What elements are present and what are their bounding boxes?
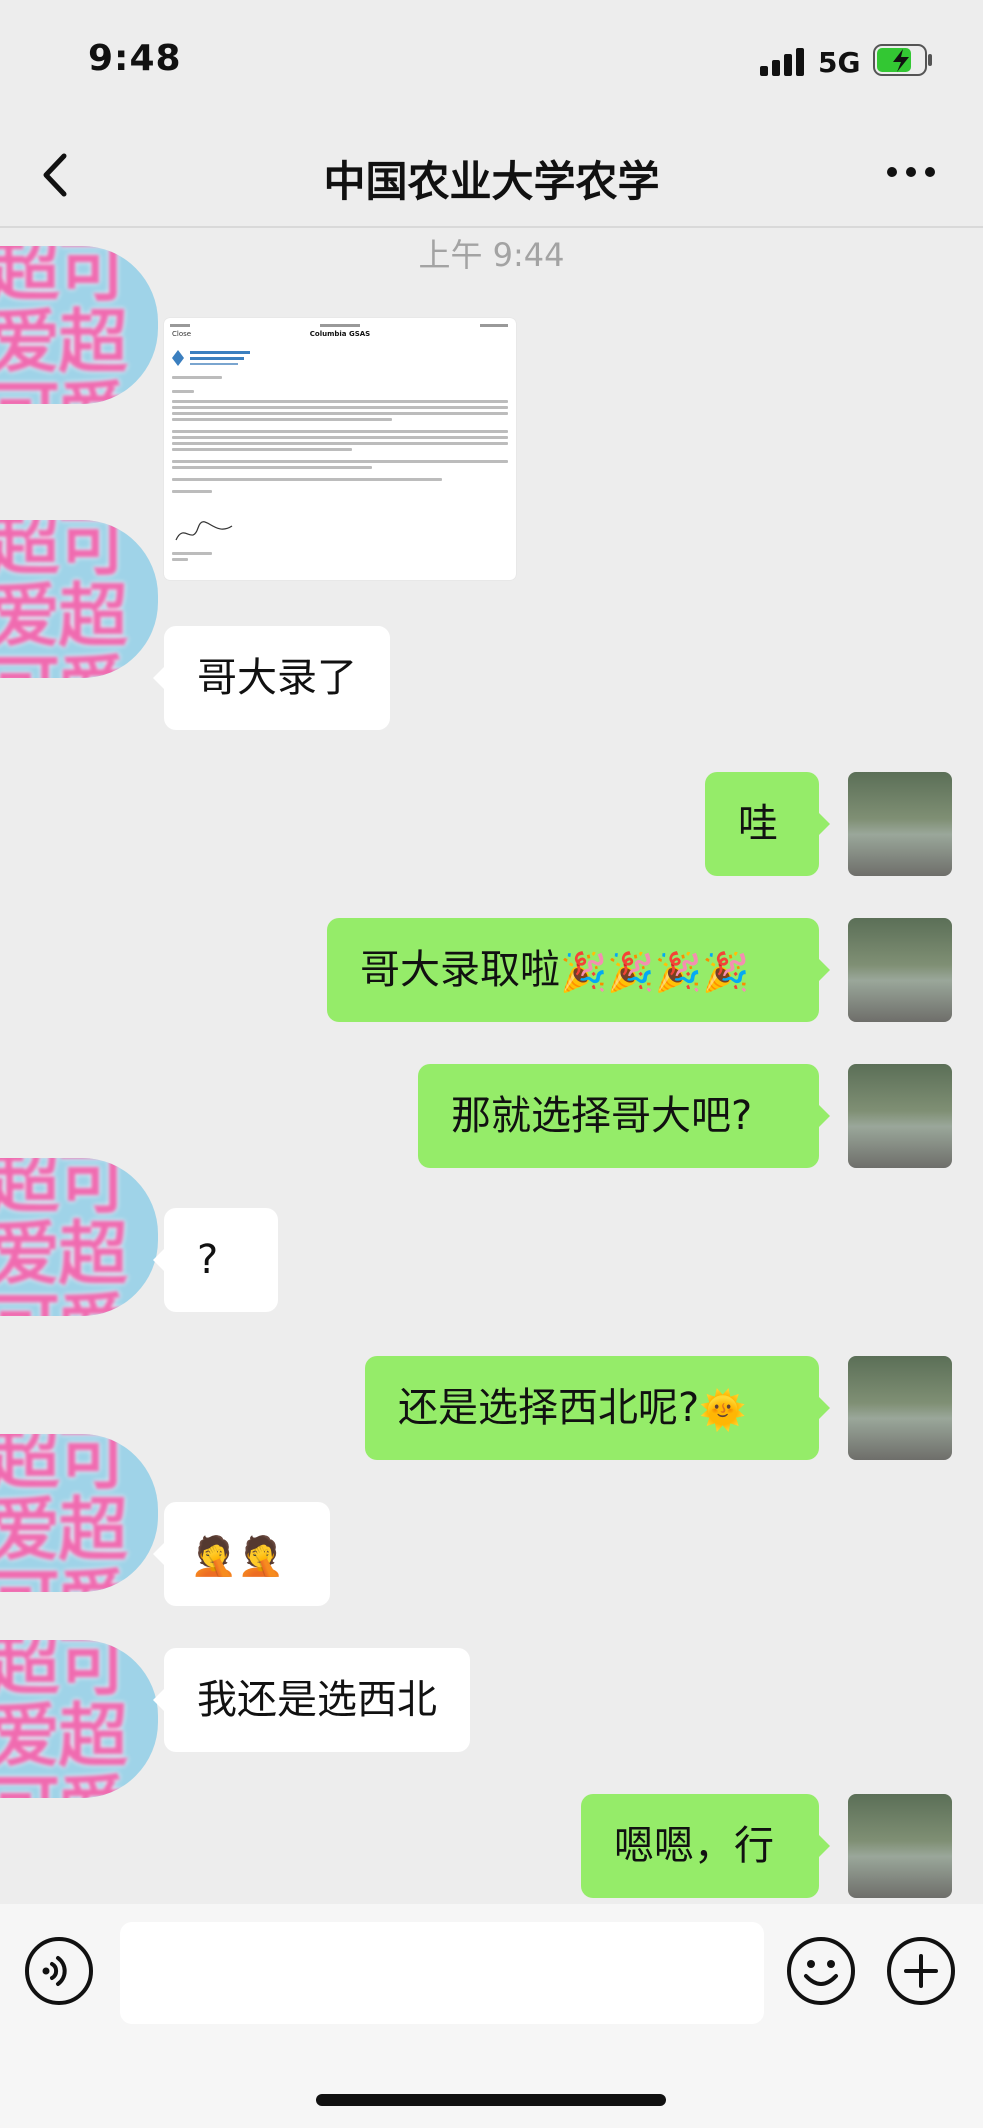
signal-icon: [760, 48, 804, 76]
status-time: 9:48: [88, 38, 182, 79]
network-label: 5G: [818, 46, 861, 79]
document-title: Columbia GSAS: [309, 330, 371, 338]
contact-avatar[interactable]: 超可爱超可爱超可爱超可: [0, 520, 158, 678]
contact-avatar[interactable]: 超可爱超可爱超可爱超可: [0, 1158, 158, 1316]
message-input[interactable]: [120, 1922, 764, 2024]
my-avatar[interactable]: [848, 1794, 952, 1898]
outgoing-message[interactable]: 哇: [705, 772, 830, 876]
facepalm-icon: 🤦🤦: [190, 1534, 285, 1578]
party-popper-icon: 🎉🎉🎉🎉: [560, 950, 750, 994]
outgoing-message[interactable]: 哥大录取啦🎉🎉🎉🎉: [327, 918, 830, 1022]
contact-avatar[interactable]: 超可爱超可爱超可爱超可: [0, 246, 158, 404]
my-avatar[interactable]: [848, 1356, 952, 1460]
chat-title: 中国农业大学农学: [323, 157, 660, 206]
incoming-message[interactable]: 我还是选西北: [153, 1648, 470, 1752]
more-dots-icon[interactable]: [884, 164, 938, 180]
smiley-icon[interactable]: [786, 1936, 856, 2006]
outgoing-message[interactable]: 还是选择西北呢?🌞: [365, 1356, 830, 1460]
contact-avatar[interactable]: 超可爱超可爱超可爱超可: [0, 1640, 158, 1798]
my-avatar[interactable]: [848, 1064, 952, 1168]
voice-icon[interactable]: [24, 1936, 94, 2006]
incoming-message[interactable]: ?: [153, 1208, 278, 1312]
nav-divider: [0, 226, 983, 228]
my-avatar[interactable]: [848, 918, 952, 1022]
incoming-message[interactable]: 🤦🤦: [153, 1502, 330, 1606]
sun-face-icon: 🌞: [699, 1388, 747, 1432]
incoming-message[interactable]: 哥大录了: [153, 626, 390, 730]
plus-icon[interactable]: [886, 1936, 956, 2006]
my-avatar[interactable]: [848, 772, 952, 876]
outgoing-message[interactable]: 嗯嗯，行: [581, 1794, 830, 1898]
signature-icon: [175, 521, 233, 541]
columbia-logo-icon: [172, 350, 250, 366]
contact-avatar[interactable]: 超可爱超可爱超可爱超可: [0, 1434, 158, 1592]
home-indicator[interactable]: [316, 2094, 666, 2106]
outgoing-message[interactable]: 那就选择哥大吧?: [418, 1064, 830, 1168]
battery-charging-icon: [873, 44, 932, 76]
admission-letter-image[interactable]: Close Columbia GSAS: [164, 318, 516, 580]
